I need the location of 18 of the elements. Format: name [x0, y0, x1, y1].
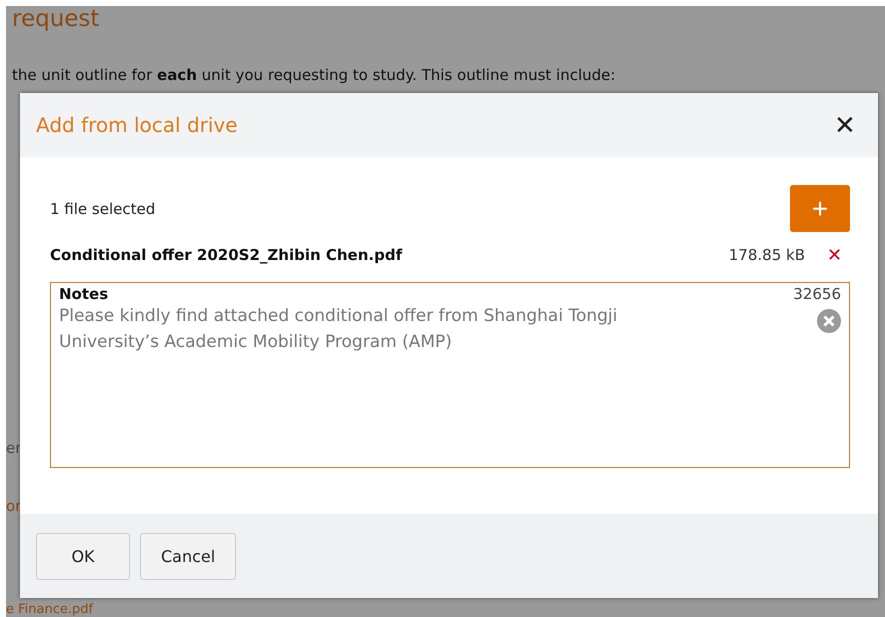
remove-button[interactable]: ✕: [819, 244, 850, 266]
notes-label: Notes: [59, 285, 108, 303]
file-name: Conditional offer 2020S2_Zhibin Chen.pdf: [50, 246, 404, 264]
character-counter: 32656: [793, 285, 841, 303]
selection-count: 1 file selected: [50, 200, 156, 218]
notes-field[interactable]: Notes 32656 Please kindly find attached conditional offer from Shanghai Tongji University’s Academic Mobility Program (AMP): [50, 282, 850, 468]
clear-icon[interactable]: [817, 309, 841, 333]
file-size: 178.85 kB: [728, 246, 805, 264]
page-text: or: [6, 497, 22, 515]
instruction-text: the unit outline for each unit you requesting to study. This outline must include:: [12, 66, 616, 84]
dialog-title: Add from local drive: [36, 113, 238, 137]
page-text: e Finance.pdf: [6, 603, 94, 617]
dialog-button[interactable]: OK: [36, 532, 130, 580]
dialog-button[interactable]: Cancel: [140, 532, 236, 580]
page-heading: request: [12, 6, 100, 32]
notes-text: Please kindly find attached conditional offer from Shanghai Tongji University’s Academic Mobility Program (AMP): [59, 305, 618, 354]
page-text: er: [6, 439, 22, 457]
close-button[interactable]: ✕: [830, 110, 860, 140]
